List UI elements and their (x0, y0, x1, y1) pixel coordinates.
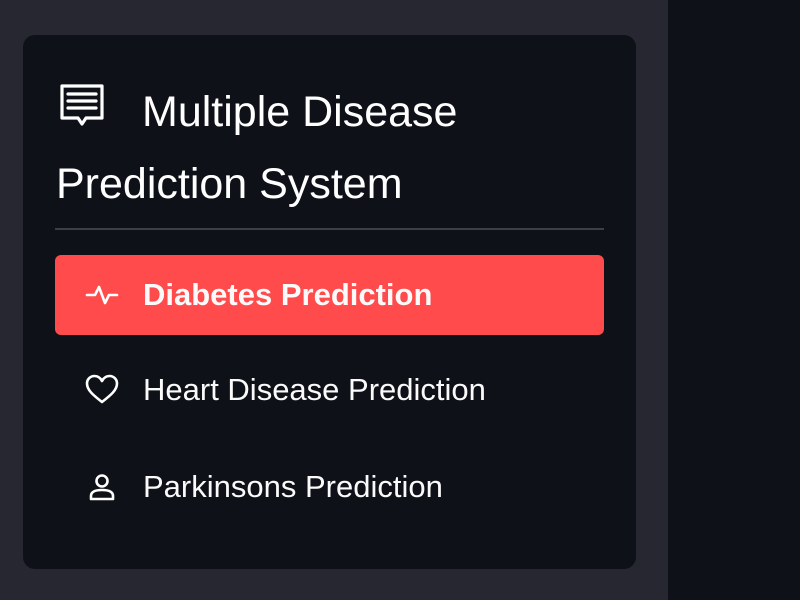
clipboard-list-icon (56, 80, 108, 132)
menu-item-parkinsons-prediction[interactable]: Parkinsons Prediction (55, 447, 604, 527)
menu-title-text: Multiple Disease Prediction System (56, 88, 458, 208)
menu-item-label: Heart Disease Prediction (143, 372, 486, 407)
menu-divider (55, 228, 604, 230)
person-icon (85, 470, 119, 504)
heart-icon (85, 373, 119, 407)
sidebar: Multiple Disease Prediction System Diabe… (0, 0, 668, 600)
menu-item-heart-disease-prediction[interactable]: Heart Disease Prediction (55, 350, 604, 430)
menu-item-label: Diabetes Prediction (143, 277, 433, 312)
activity-icon (85, 278, 119, 312)
menu-item-label: Parkinsons Prediction (143, 469, 443, 504)
menu-title: Multiple Disease Prediction System (56, 76, 596, 220)
main-content (668, 0, 800, 600)
menu-item-diabetes-prediction[interactable]: Diabetes Prediction (55, 255, 604, 335)
